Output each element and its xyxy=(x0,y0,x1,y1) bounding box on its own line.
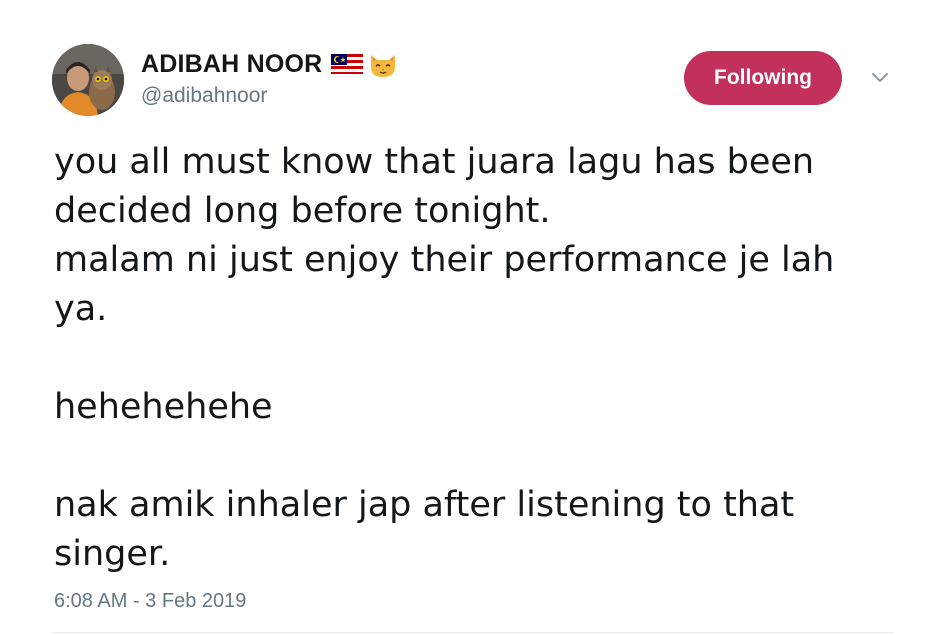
chevron-down-icon[interactable] xyxy=(868,68,892,88)
tweet-card: ADIBAH NOOR @adibahnoor Following you al… xyxy=(0,0,947,635)
timestamp-separator: - xyxy=(127,590,146,612)
tweet-blank-line xyxy=(54,432,914,481)
avatar[interactable] xyxy=(52,44,124,116)
user-handle[interactable]: @adibahnoor xyxy=(141,84,267,108)
cat-face-icon xyxy=(366,49,400,79)
tweet-date: 3 Feb 2019 xyxy=(145,590,247,612)
tweet-line: you all must know that juara lagu has be… xyxy=(54,142,815,182)
tweet-line: hehehehehe xyxy=(54,387,273,427)
tweet-line: ya. xyxy=(54,289,108,329)
following-button[interactable]: Following xyxy=(684,51,842,105)
tweet-timestamp[interactable]: 6:08 AM - 3 Feb 2019 xyxy=(54,590,246,613)
name-row: ADIBAH NOOR xyxy=(141,44,400,84)
malaysia-flag-icon xyxy=(330,49,364,79)
avatar-photo-icon xyxy=(52,44,124,116)
tweet-blank-line xyxy=(54,334,914,383)
display-name[interactable]: ADIBAH NOOR xyxy=(141,50,322,79)
tweet-line: singer. xyxy=(54,534,171,574)
tweet-time: 6:08 AM xyxy=(54,590,128,612)
tweet-line: nak amik inhaler jap after listening to … xyxy=(54,485,795,525)
tweet-line: malam ni just enjoy their performance je… xyxy=(54,240,835,280)
tweet-line: decided long before tonight. xyxy=(54,191,551,231)
tweet-text: you all must know that juara lagu has be… xyxy=(54,138,914,579)
divider xyxy=(52,632,894,633)
